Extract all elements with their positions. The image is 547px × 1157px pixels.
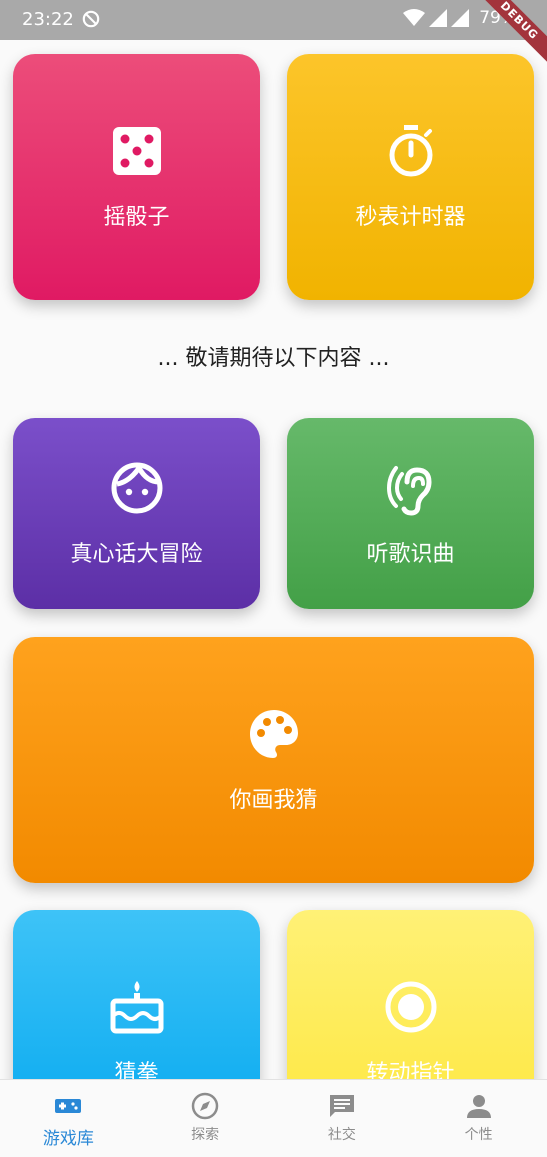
spin-pointer-card-label: 转动指针 xyxy=(366,1061,455,1079)
do-not-disturb-icon xyxy=(82,10,100,28)
draw-and-guess-card[interactable]: 你画我猜 xyxy=(13,637,534,883)
stopwatch-icon xyxy=(389,125,432,177)
wifi-icon xyxy=(403,9,426,26)
dice-icon xyxy=(112,127,161,175)
nav-label-game-library: 游戏库 xyxy=(42,1129,94,1149)
truth-or-dare-card[interactable]: 真心话大冒险 xyxy=(13,418,260,609)
status-bar: 23:22 79% DEBUG xyxy=(0,0,547,70)
game-grid: 摇骰子 秒表计时器 ... 敬请期待以下内容 ... 真心话大冒险 听歌识曲 你… xyxy=(0,40,547,1079)
face-icon xyxy=(111,462,162,513)
rock-paper-scissors-card-label: 猜拳 xyxy=(114,1061,159,1079)
status-time: 23:22 xyxy=(22,9,74,30)
palette-icon xyxy=(249,710,298,758)
nav-label-social: 社交 xyxy=(327,1127,356,1143)
nav-label-personal: 个性 xyxy=(464,1127,493,1143)
dice-card[interactable]: 摇骰子 xyxy=(13,54,260,300)
hearing-icon xyxy=(386,465,432,516)
nav-item-explore[interactable]: 探索 xyxy=(137,1080,274,1157)
song-recognition-card[interactable]: 听歌识曲 xyxy=(287,418,534,609)
coming-soon-text: ... 敬请期待以下内容 ... xyxy=(157,346,390,371)
spin-pointer-card[interactable]: 转动指针 xyxy=(287,910,534,1079)
gamepad-icon xyxy=(55,1099,82,1113)
bottom-navigation: 游戏库 探索 社交 个性 xyxy=(0,1079,547,1157)
nav-item-personal[interactable]: 个性 xyxy=(410,1080,547,1157)
chat-icon xyxy=(329,1095,354,1117)
nav-item-game-library[interactable]: 游戏库 xyxy=(0,1080,137,1157)
rock-paper-scissors-card[interactable]: 猜拳 xyxy=(13,910,260,1079)
signal-icon xyxy=(429,9,448,27)
cake-icon xyxy=(110,981,163,1034)
nav-item-social[interactable]: 社交 xyxy=(274,1080,411,1157)
timer-card-label: 秒表计时器 xyxy=(355,205,466,230)
person-icon xyxy=(466,1095,491,1118)
truth-or-dare-card-label: 真心话大冒险 xyxy=(70,541,203,567)
signal-icon-2 xyxy=(451,9,470,27)
song-recognition-card-label: 听歌识曲 xyxy=(366,541,455,567)
nav-label-explore: 探索 xyxy=(191,1127,220,1143)
timer-card[interactable]: 秒表计时器 xyxy=(287,54,534,300)
draw-and-guess-card-label: 你画我猜 xyxy=(229,788,318,813)
compass-icon xyxy=(191,1092,219,1120)
radio-button-icon xyxy=(385,981,436,1033)
dice-card-label: 摇骰子 xyxy=(103,205,170,230)
